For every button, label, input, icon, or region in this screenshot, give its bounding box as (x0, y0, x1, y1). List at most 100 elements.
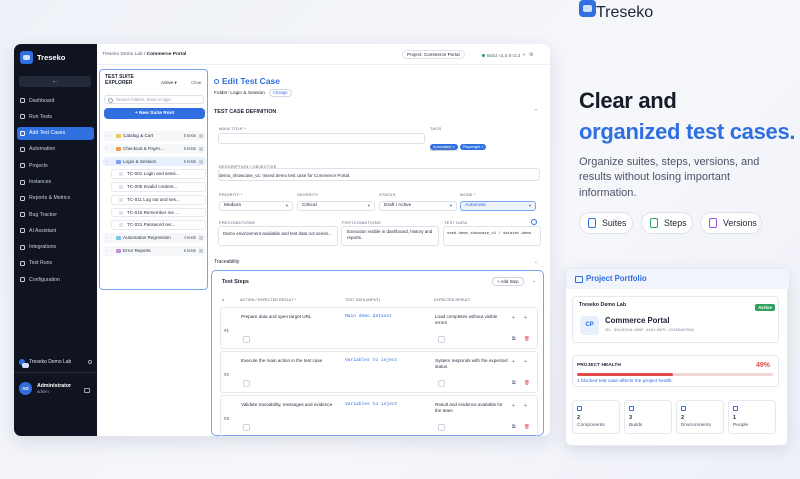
change-folder-button[interactable]: Change (268, 89, 292, 97)
new-suite-root-button[interactable]: + New Suite Root (104, 108, 205, 119)
expand-arrow-icon[interactable]: › (106, 157, 107, 167)
attach-icon[interactable] (243, 424, 250, 431)
section-definition[interactable]: TEST CASE DEFINITION ⌃ (214, 109, 538, 115)
tag-chip[interactable]: Playwright × (459, 144, 487, 150)
sidebar-item-projects[interactable]: Projects (17, 159, 94, 172)
step-action[interactable]: Prepare data and open target URL (241, 314, 336, 320)
step-expected-result[interactable]: System responds with the expected status (435, 358, 510, 370)
test-case-node[interactable]: TC-001 Login and sessi... (111, 169, 206, 179)
test-case-node[interactable]: TC-021 Password res... (111, 220, 206, 231)
settings-icon[interactable]: ⚙ (529, 52, 536, 58)
suite-node[interactable]: › Error Reports 5 tests (103, 246, 206, 256)
suite-node[interactable]: › Login & Session 5 tests (103, 156, 206, 167)
suite-node[interactable]: › Checkout & Paym... 5 tests (103, 143, 206, 154)
delete-icon[interactable]: 🗑 (524, 424, 530, 430)
step-test-data[interactable]: Variables to inject (345, 402, 397, 407)
workspace-selector[interactable]: Treseko Demo Lab (19, 359, 92, 368)
copy-icon[interactable]: ⧉ (512, 424, 516, 430)
node-menu-icon[interactable] (199, 236, 203, 241)
sidebar-item-add-test-cases[interactable]: Add Test Cases (17, 126, 94, 140)
expand-arrow-icon[interactable]: › (106, 246, 107, 256)
add-tag-input[interactable]: Add another... (430, 147, 458, 153)
attach-icon[interactable] (438, 380, 445, 387)
sidebar-item-bug-tracker[interactable]: Bug Tracker (17, 208, 94, 221)
attach-icon[interactable] (243, 380, 250, 387)
move-icon[interactable]: + (524, 359, 527, 365)
add-step-button[interactable]: + Add Step (492, 277, 524, 286)
status-filter[interactable]: Active ▾ (161, 80, 177, 86)
breadcrumb-project[interactable]: Commerce Portal (147, 52, 187, 57)
health-bar-fill (577, 373, 674, 376)
node-menu-icon[interactable] (199, 249, 203, 254)
attach-icon[interactable] (438, 424, 445, 431)
search-input[interactable]: Search folders, tests or tags (104, 95, 204, 104)
node-menu-icon[interactable] (199, 134, 203, 138)
breadcrumb-org[interactable]: Treseko Demo Lab (102, 52, 143, 57)
feature-chip-suites[interactable]: Suites (579, 212, 633, 234)
sidebar-item-instances[interactable]: Instances (17, 175, 94, 188)
attach-icon[interactable] (438, 336, 445, 343)
step-test-data[interactable]: Variables to inject (345, 358, 397, 363)
sidebar-item-ai-assistant[interactable]: AI Assistant (17, 224, 94, 237)
copy-icon[interactable]: ⧉ (512, 336, 516, 342)
add-substep-icon[interactable]: + (512, 403, 515, 409)
sidebar-item-automation[interactable]: Automation (17, 143, 94, 156)
delete-icon[interactable]: 🗑 (524, 336, 530, 342)
sidebar-item-configuration[interactable]: Configuration (17, 273, 94, 286)
test-case-node[interactable]: TC-011 Log out and ses... (111, 194, 206, 205)
expand-arrow-icon[interactable]: › (106, 144, 107, 154)
project-card[interactable]: Treseko Demo Lab Active CP Commerce Port… (572, 296, 779, 343)
stat-components[interactable]: 2 Components (572, 400, 620, 434)
feature-chip-versions[interactable]: Versions (700, 212, 762, 234)
suite-node[interactable]: › Catalog & Cart 5 tests (103, 131, 206, 141)
user-profile[interactable]: AD Administrator admin (19, 382, 71, 395)
breadcrumb: Treseko Demo Lab / Commerce Portal (102, 52, 186, 57)
stat-builds[interactable]: 3 Builds (624, 400, 672, 434)
sidebar-item-integrations[interactable]: Integrations (17, 241, 94, 254)
step-test-data[interactable]: Main demo dataset (345, 314, 392, 319)
mode-select[interactable]: Automatic ▾ (460, 201, 536, 211)
info-icon[interactable] (531, 219, 537, 225)
feature-chip-steps[interactable]: Steps (641, 212, 693, 234)
folder-icon (116, 236, 121, 241)
clear-filter-button[interactable]: Clear (191, 80, 202, 85)
project-selector[interactable]: Project: Commerce Portal (402, 50, 465, 59)
sidebar-item-test-runs[interactable]: Test Runs (17, 257, 94, 270)
test-case-node[interactable]: TC-016 Remember me ... (111, 207, 206, 218)
sidebar-item-reports-metrics[interactable]: Reports & Metrics (17, 192, 94, 205)
add-substep-icon[interactable]: + (512, 359, 515, 365)
sidebar-item-dashboard[interactable]: Dashboard (17, 94, 94, 107)
step-action[interactable]: Execute the main action in the test case (241, 358, 336, 364)
chevron-down-icon[interactable]: ⌄ (532, 278, 536, 284)
severity-select[interactable]: Critical ▾ (297, 201, 375, 211)
logout-icon[interactable] (84, 388, 90, 393)
attach-icon[interactable] (243, 336, 250, 343)
traceability-toggle[interactable]: Traceability ⌄ (214, 259, 538, 265)
step-action[interactable]: Validate traceability, messages and evid… (241, 402, 336, 408)
sidebar-item-run-tests[interactable]: Run Tests (17, 110, 94, 123)
step-expected-result[interactable]: Load completes without visible errors (435, 314, 510, 326)
checklist-icon (650, 218, 658, 228)
test-case-node[interactable]: TC-005 Invalid credent... (111, 182, 206, 192)
page-title-text: Edit Test Case (222, 76, 280, 86)
stat-people[interactable]: 1 People (728, 400, 776, 434)
move-icon[interactable]: + (524, 403, 527, 409)
app-brand[interactable]: Treseko (20, 51, 65, 64)
delete-icon[interactable]: 🗑 (524, 380, 530, 386)
status-select[interactable]: Draft / Active ▾ (379, 201, 457, 211)
suite-node[interactable]: › Automation Regression 4 tests (103, 233, 206, 243)
priority-select[interactable]: Medium ▾ (219, 201, 293, 211)
build-indicator[interactable]: Build: v1.6.0-r2.3 (482, 53, 520, 58)
expand-arrow-icon[interactable]: › (106, 131, 107, 141)
move-icon[interactable]: + (524, 315, 527, 321)
copy-icon[interactable]: ⧉ (512, 380, 516, 386)
portfolio-title: Project Portfolio (566, 269, 789, 289)
step-expected-result[interactable]: Result and evidence available for the te… (435, 402, 510, 414)
node-menu-icon[interactable] (199, 159, 203, 164)
project-id: ID: 9614E21A-A59F-4491-B07C-C5259A6763A (605, 329, 694, 333)
collapse-sidebar-button[interactable]: ← (19, 76, 91, 87)
add-substep-icon[interactable]: + (512, 315, 515, 321)
expand-arrow-icon[interactable]: › (106, 233, 107, 243)
node-menu-icon[interactable] (199, 146, 203, 151)
stat-environments[interactable]: 2 Environments (676, 400, 724, 434)
